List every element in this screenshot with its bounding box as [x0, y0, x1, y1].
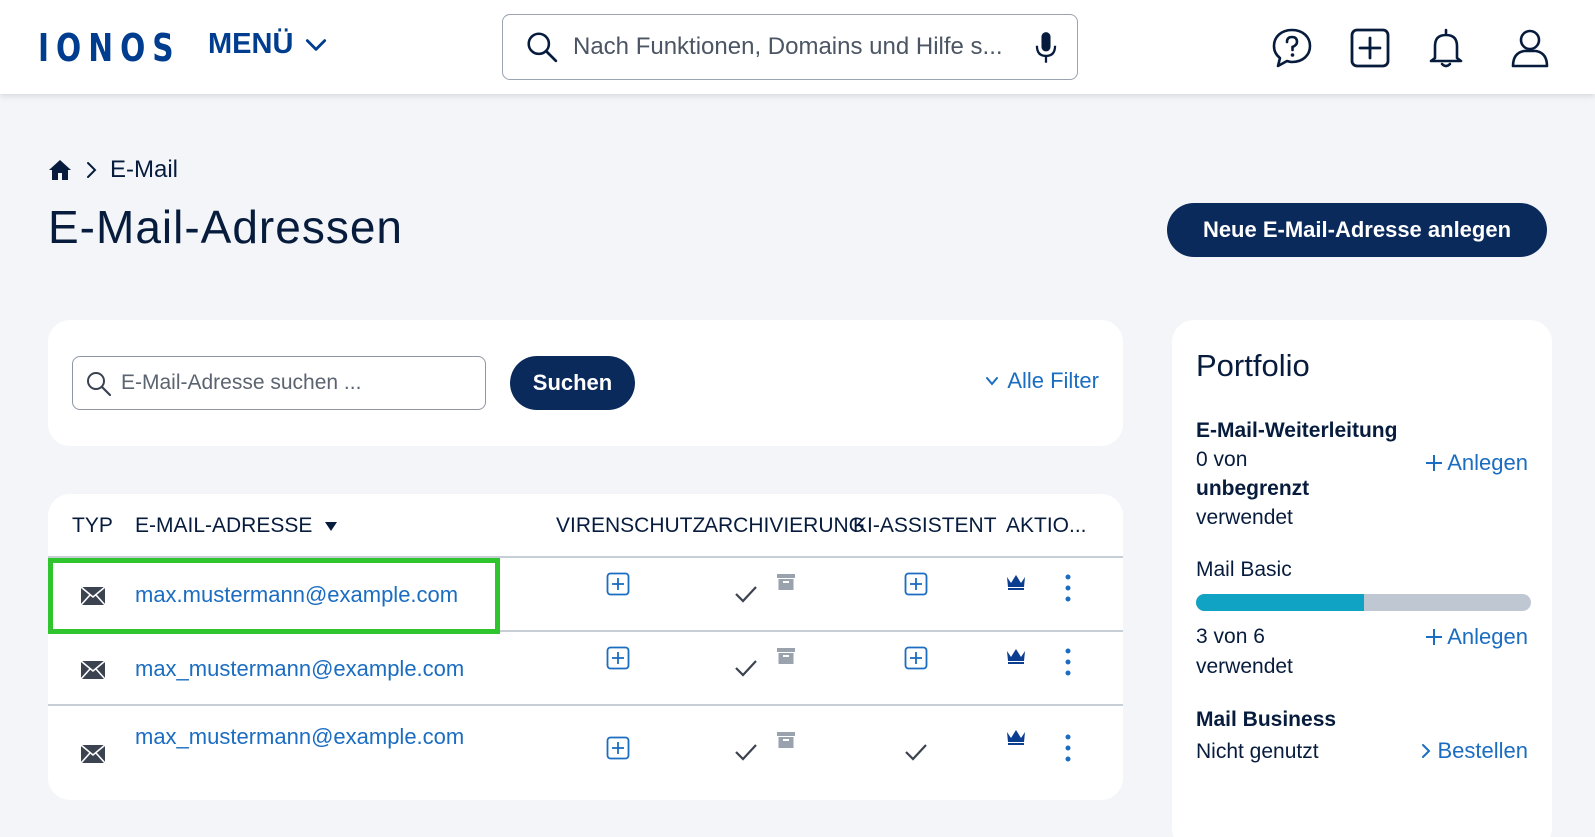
chevron-right-icon — [1422, 744, 1431, 758]
search-card: Suchen Alle Filter — [48, 320, 1123, 446]
forwarding-title: E-Mail-Weiterleitung — [1196, 419, 1398, 442]
add-ki-assistent-icon[interactable] — [904, 646, 928, 670]
email-address-link[interactable]: max_mustermann@example.com — [135, 724, 464, 750]
bell-icon[interactable] — [1424, 26, 1468, 70]
column-virenschutz: VIRENSCHUTZ — [556, 514, 706, 537]
column-ki-assistent: KI-ASSISTENT — [853, 514, 997, 537]
column-archivierung: ARCHIVIERUNG — [704, 514, 866, 537]
top-bar: IONOS MENÜ — [0, 0, 1595, 94]
search-icon — [527, 32, 558, 63]
column-email-label: E-MAIL-ADRESSE — [135, 514, 313, 537]
help-chat-icon[interactable] — [1270, 26, 1314, 70]
envelope-icon — [80, 744, 106, 764]
mail-basic-create-link[interactable]: Anlegen — [1425, 624, 1528, 650]
chevron-right-icon — [87, 162, 97, 178]
mail-basic-title: Mail Basic — [1196, 558, 1292, 581]
forwarding-used-strong: unbegrenzt — [1196, 477, 1310, 500]
portfolio-title: Portfolio — [1196, 348, 1310, 383]
check-icon — [735, 586, 757, 603]
crown-icon[interactable] — [1006, 573, 1026, 591]
check-icon — [735, 744, 757, 761]
chevron-down-icon — [306, 38, 327, 51]
archive-icon[interactable] — [776, 730, 796, 750]
email-search-field[interactable] — [72, 356, 486, 410]
email-address-link[interactable]: max_mustermann@example.com — [135, 656, 464, 682]
add-virenschutz-icon[interactable] — [606, 736, 630, 760]
sort-down-icon — [325, 522, 338, 531]
forwarding-create-link[interactable]: Anlegen — [1425, 450, 1528, 476]
mail-basic-used-suffix: verwendet — [1196, 655, 1293, 678]
plus-icon — [1426, 455, 1443, 471]
column-aktionen: AKTIO... — [1006, 514, 1087, 537]
column-email-sort[interactable]: E-MAIL-ADRESSE — [135, 514, 338, 538]
menu-button[interactable]: MENÜ — [208, 28, 329, 61]
check-icon — [905, 744, 927, 761]
column-typ: TYP — [72, 514, 113, 537]
plus-icon — [1426, 629, 1443, 645]
highlight-box — [48, 558, 500, 634]
all-filters-label: Alle Filter — [1007, 368, 1099, 393]
global-search[interactable] — [502, 14, 1078, 80]
chevron-down-icon — [986, 377, 999, 386]
microphone-icon[interactable] — [1033, 31, 1059, 65]
search-button[interactable]: Suchen — [510, 356, 635, 410]
table-header: TYP E-MAIL-ADRESSE VIRENSCHUTZ ARCHIVIER… — [48, 494, 1123, 558]
add-ki-assistent-icon[interactable] — [904, 572, 928, 596]
all-filters-toggle[interactable]: Alle Filter — [985, 368, 1099, 394]
email-search-input[interactable] — [121, 367, 471, 399]
forwarding-used-suffix: verwendet — [1196, 506, 1293, 529]
add-virenschutz-icon[interactable] — [606, 646, 630, 670]
crown-icon[interactable] — [1006, 647, 1026, 665]
mail-basic-usage-fill — [1196, 594, 1364, 611]
user-icon[interactable] — [1508, 26, 1552, 70]
page-title: E-Mail-Adressen — [48, 201, 403, 253]
mail-basic-create-label: Anlegen — [1447, 624, 1528, 649]
breadcrumb-current: E-Mail — [110, 156, 179, 183]
more-actions-icon[interactable] — [1064, 734, 1072, 762]
mail-basic-usage-bar — [1196, 594, 1531, 611]
check-icon — [735, 660, 757, 677]
add-square-icon[interactable] — [1348, 26, 1392, 70]
add-virenschutz-icon[interactable] — [606, 572, 630, 596]
more-actions-icon[interactable] — [1064, 648, 1072, 676]
mail-business-title: Mail Business — [1196, 708, 1337, 731]
more-actions-icon[interactable] — [1064, 574, 1072, 602]
menu-label: MENÜ — [208, 28, 294, 60]
mail-business-order-label: Bestellen — [1437, 738, 1528, 763]
new-email-button[interactable]: Neue E-Mail-Adresse anlegen — [1167, 203, 1547, 257]
envelope-icon — [80, 660, 106, 680]
archive-icon[interactable] — [776, 572, 796, 592]
table-row: max_mustermann@example.com — [48, 706, 1123, 800]
table-row: max_mustermann@example.com — [48, 632, 1123, 706]
global-search-input[interactable] — [573, 27, 1023, 67]
ionos-logo[interactable]: IONOS — [38, 26, 181, 70]
search-icon — [87, 372, 112, 397]
mail-business-order-link[interactable]: Bestellen — [1419, 738, 1528, 764]
portfolio-panel: Portfolio E-Mail-Weiterleitung 0 von unb… — [1172, 320, 1552, 837]
home-icon[interactable] — [48, 159, 72, 181]
email-table: TYP E-MAIL-ADRESSE VIRENSCHUTZ ARCHIVIER… — [48, 494, 1123, 800]
crown-icon[interactable] — [1006, 728, 1026, 746]
archive-icon[interactable] — [776, 646, 796, 666]
breadcrumb: E-Mail — [48, 156, 178, 184]
forwarding-create-label: Anlegen — [1447, 450, 1528, 475]
